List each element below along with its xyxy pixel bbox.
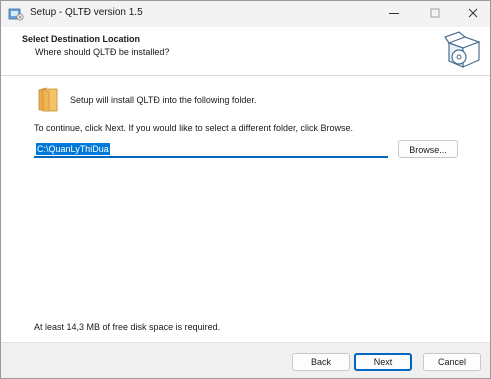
title-bar[interactable]: Setup - QLTĐ version 1.5 xyxy=(1,1,490,27)
disk-space-text: At least 14,3 MB of free disk space is r… xyxy=(34,322,221,332)
wizard-body: Setup will install QLTĐ into the followi… xyxy=(1,76,490,342)
continue-instructions: To continue, click Next. If you would li… xyxy=(34,123,353,133)
setup-window: Setup - QLTĐ version 1.5 Select Destinat… xyxy=(0,0,491,379)
browse-button[interactable]: Browse... xyxy=(398,140,458,158)
page-title: Select Destination Location xyxy=(22,34,141,44)
page-subtitle: Where should QLTĐ be installed? xyxy=(35,47,170,57)
destination-path-value[interactable]: C:\QuanLyThiDua xyxy=(36,143,110,155)
window-title: Setup - QLTĐ version 1.5 xyxy=(30,7,143,18)
maximize-icon[interactable] xyxy=(427,5,443,21)
footer-divider xyxy=(1,342,490,343)
back-button[interactable]: Back xyxy=(292,353,350,371)
next-button[interactable]: Next xyxy=(354,353,412,371)
minimize-icon[interactable] xyxy=(386,5,402,21)
close-icon[interactable] xyxy=(465,5,481,21)
folder-icon xyxy=(38,87,58,112)
setup-box-cd-icon xyxy=(444,31,481,68)
installer-app-icon xyxy=(8,8,24,21)
wizard-header: Select Destination Location Where should… xyxy=(1,27,490,75)
destination-path-input[interactable]: C:\QuanLyThiDua xyxy=(34,142,388,158)
install-info-text: Setup will install QLTĐ into the followi… xyxy=(70,95,257,105)
cancel-button[interactable]: Cancel xyxy=(423,353,481,371)
